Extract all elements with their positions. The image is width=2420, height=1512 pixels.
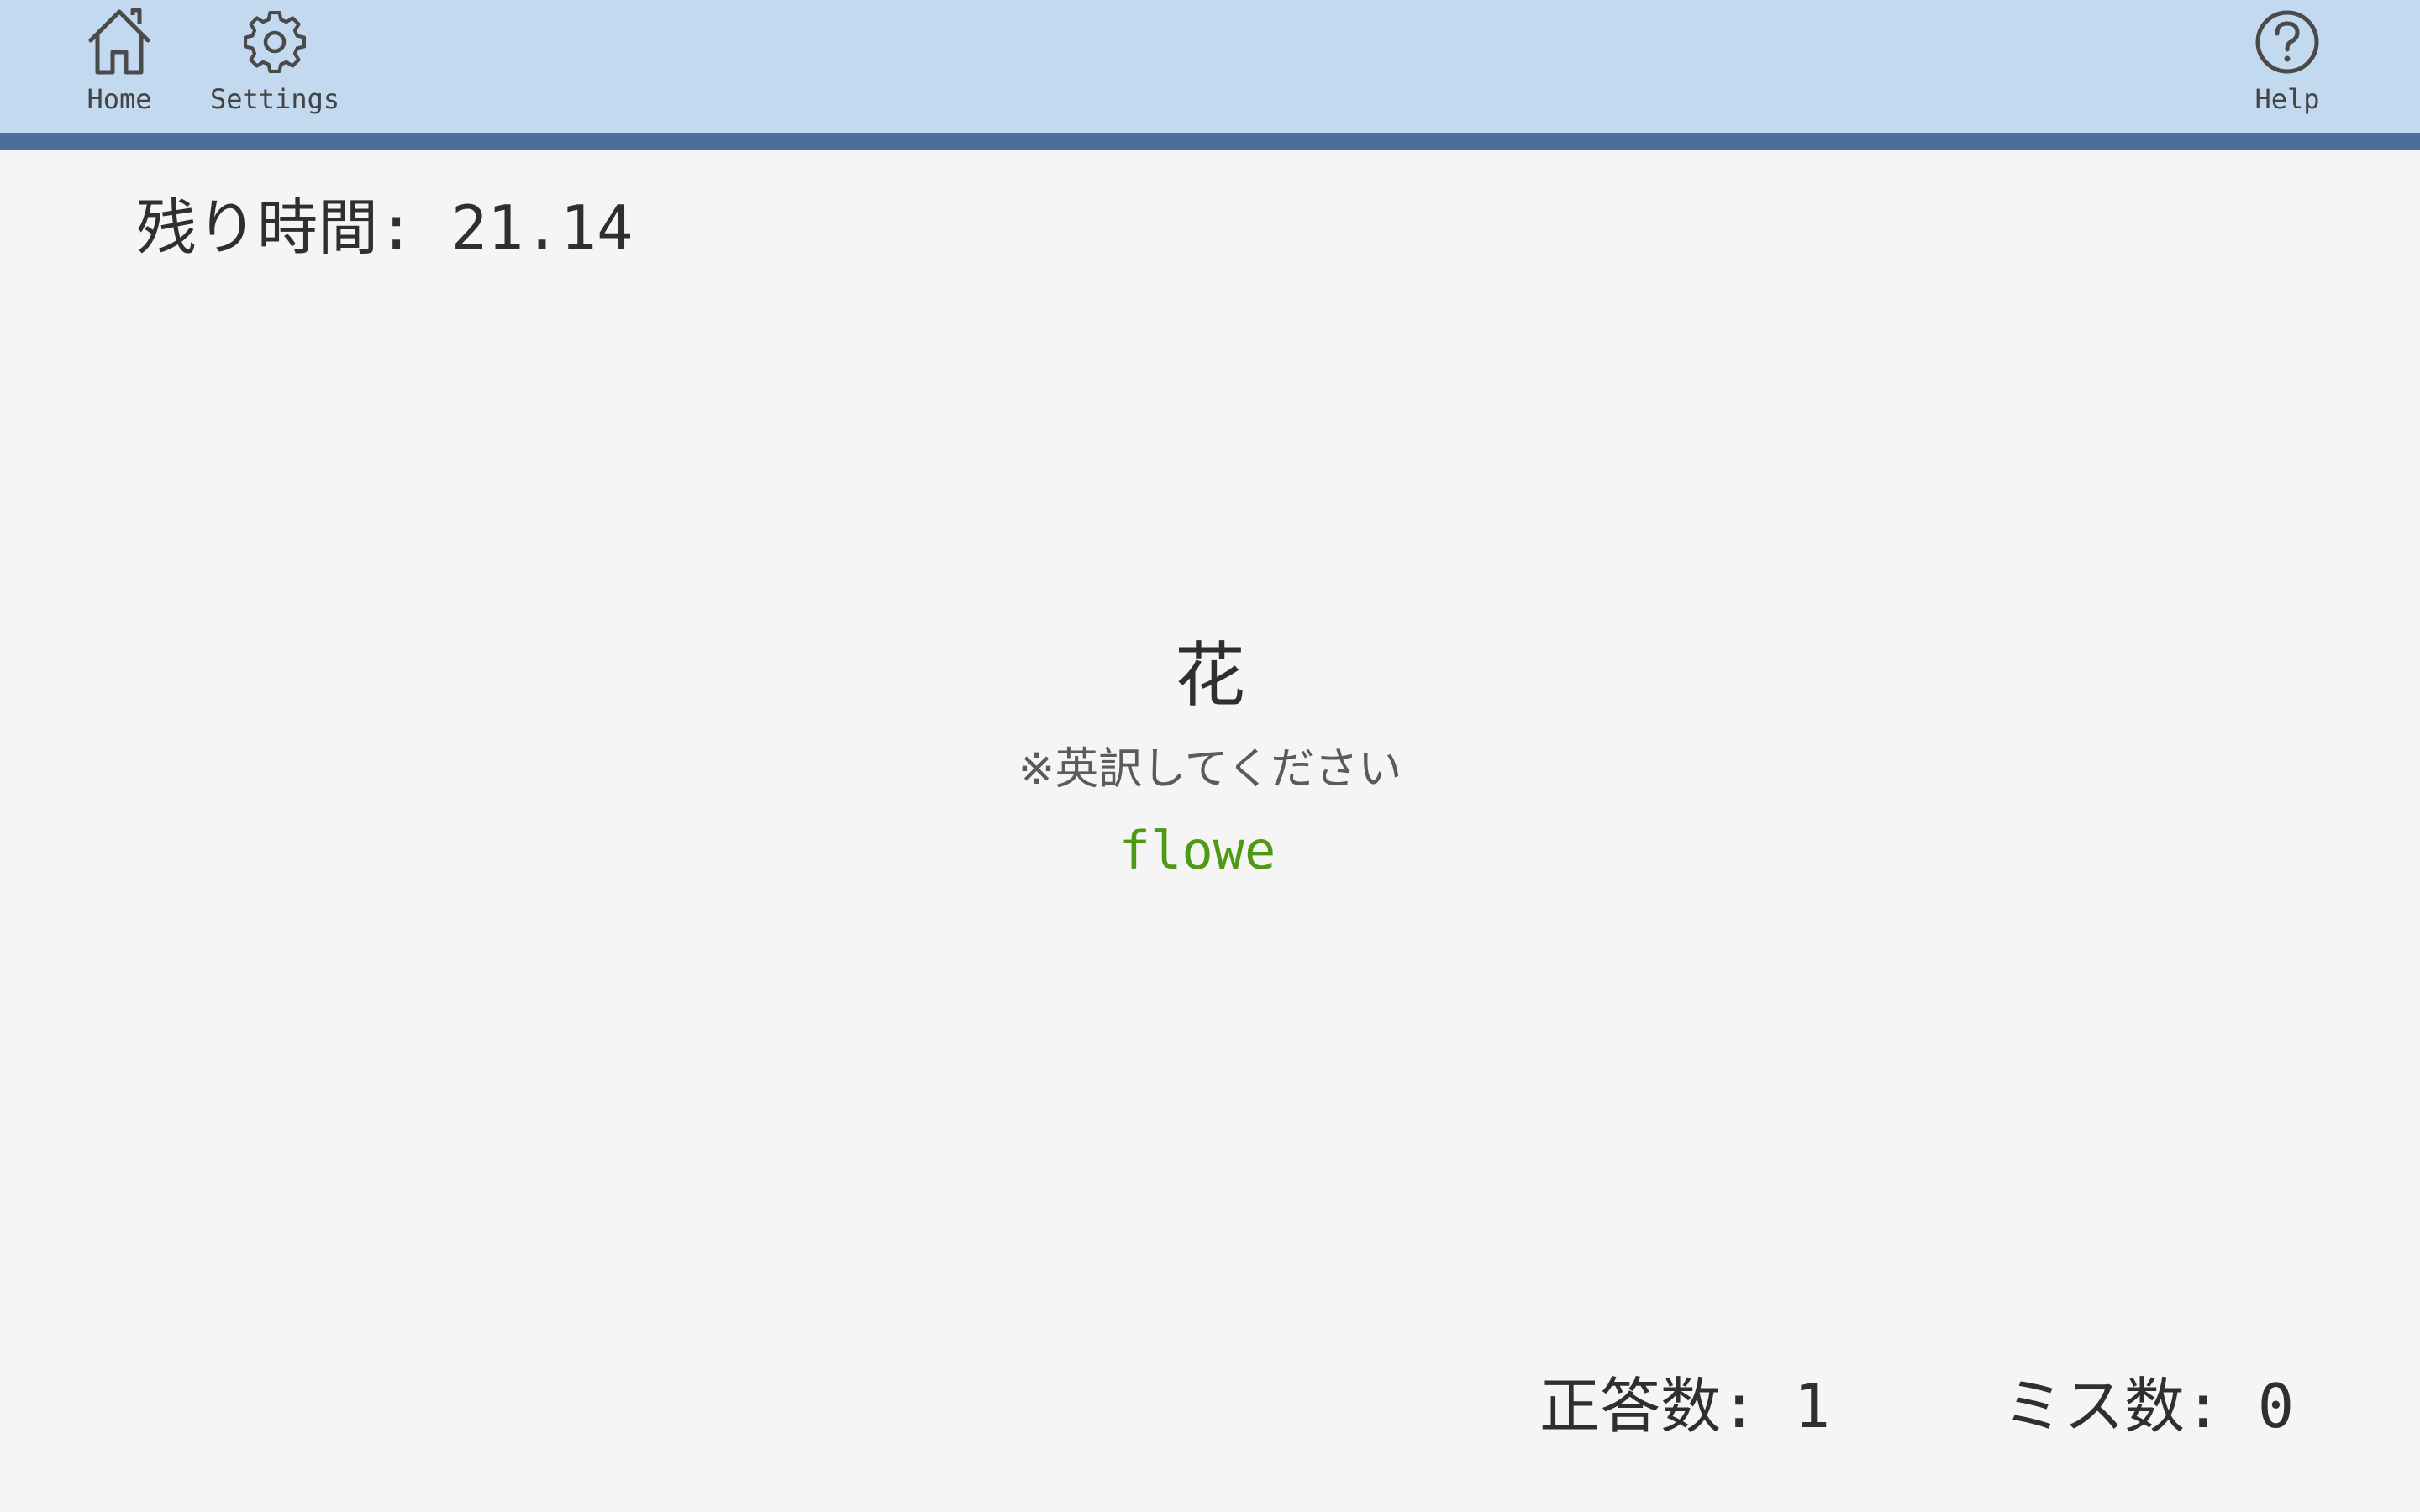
home-label: Home	[87, 83, 152, 115]
miss-count: ミス数: 0	[2003, 1371, 2295, 1441]
typed-answer: flowe	[1118, 820, 1276, 881]
top-toolbar	[0, 0, 2420, 133]
settings-button[interactable]: Settings	[210, 7, 339, 113]
help-label: Help	[2254, 83, 2320, 115]
question-word: 花	[1174, 634, 1245, 717]
correct-count: 正答数: 1	[1539, 1371, 1831, 1441]
settings-label: Settings	[210, 83, 340, 115]
instruction-text: ※英訳してください	[1018, 744, 1402, 795]
remaining-time: 残り時間: 21.14	[136, 192, 634, 263]
home-button[interactable]: Home	[86, 7, 153, 113]
gear-icon	[244, 10, 307, 74]
help-circle-icon	[2255, 10, 2319, 74]
toolbar-divider	[0, 133, 2420, 150]
help-button[interactable]: Help	[2252, 7, 2323, 113]
home-icon	[88, 8, 150, 75]
